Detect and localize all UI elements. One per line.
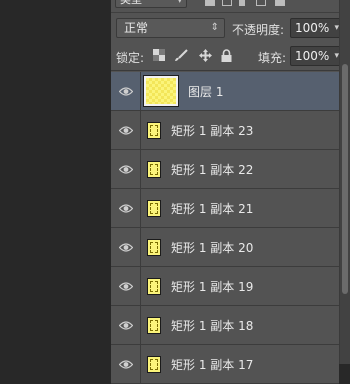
blend-row: 正常 ⇕ 不透明度: 100% ▾ (111, 12, 344, 43)
visibility-toggle[interactable] (111, 189, 141, 227)
eye-icon[interactable] (119, 202, 133, 215)
eye-icon[interactable] (119, 280, 133, 293)
pixel-filter-icon[interactable] (205, 0, 215, 6)
layer-thumbnail (147, 122, 161, 139)
eye-icon[interactable] (119, 358, 133, 371)
shape-filter-icon[interactable] (256, 0, 266, 6)
eye-icon[interactable] (119, 319, 133, 332)
layer-name[interactable]: 矩形 1 副本 22 (171, 161, 253, 178)
layer-row[interactable]: 矩形 1 副本 17 (111, 345, 339, 384)
layers-panel: 类型 ▾ 正常 ⇕ 不透明度: 100% ▾ 锁定: (111, 0, 344, 384)
fill-value: 100% (295, 49, 330, 63)
layer-row[interactable]: 矩形 1 副本 23 (111, 111, 339, 150)
layer-thumbnail (147, 356, 161, 373)
layer-name[interactable]: 矩形 1 副本 23 (171, 122, 253, 139)
visibility-toggle[interactable] (111, 228, 141, 266)
layer-thumbnail (147, 200, 161, 217)
layer-row[interactable]: 矩形 1 副本 18 (111, 306, 339, 345)
layer-name[interactable]: 矩形 1 副本 19 (171, 278, 253, 295)
updown-arrows-icon: ⇕ (210, 22, 219, 33)
eye-icon[interactable] (119, 241, 133, 254)
layer-thumbnail (147, 317, 161, 334)
visibility-toggle[interactable] (111, 306, 141, 344)
opacity-field[interactable]: 100% ▾ (290, 18, 344, 38)
layer-row[interactable]: 矩形 1 副本 22 (111, 150, 339, 189)
brush-icon[interactable] (174, 49, 188, 65)
type-filter-icon[interactable] (239, 0, 245, 6)
layer-name[interactable]: 矩形 1 副本 17 (171, 356, 253, 373)
layer-name[interactable]: 矩形 1 副本 18 (171, 317, 253, 334)
opacity-value: 100% (295, 21, 330, 35)
layer-row[interactable]: 矩形 1 副本 21 (111, 189, 339, 228)
opacity-label: 不透明度: (232, 23, 285, 37)
visibility-toggle[interactable] (111, 72, 141, 110)
layer-filter-row: 类型 ▾ (111, 0, 339, 10)
fill-field[interactable]: 100% ▾ (290, 46, 344, 66)
document-canvas-area (0, 0, 111, 364)
layer-row[interactable]: 矩形 1 副本 20 (111, 228, 339, 267)
lock-label: 锁定: (116, 51, 145, 65)
checkerboard-icon[interactable] (153, 49, 165, 64)
lock-row: 锁定: 填充: 100% ▾ (111, 43, 344, 71)
blend-mode-select[interactable]: 正常 ⇕ (116, 18, 225, 38)
visibility-toggle[interactable] (111, 111, 141, 149)
layer-thumbnail (147, 239, 161, 256)
layer-thumbnail (147, 161, 161, 178)
layer-name[interactable]: 矩形 1 副本 20 (171, 239, 253, 256)
eye-icon[interactable] (119, 163, 133, 176)
layer-name[interactable]: 矩形 1 副本 21 (171, 200, 253, 217)
visibility-toggle[interactable] (111, 345, 141, 383)
blend-mode-value: 正常 (124, 21, 149, 35)
layer-row[interactable]: 矩形 1 副本 19 (111, 267, 339, 306)
layer-thumbnail (143, 75, 179, 107)
layer-thumbnail (147, 278, 161, 295)
move-icon[interactable] (199, 49, 212, 65)
layers-scrollbar[interactable] (339, 0, 350, 364)
kind-filter-label: 类型 (120, 0, 142, 6)
chevron-down-icon: ▾ (177, 0, 182, 6)
visibility-toggle[interactable] (111, 267, 141, 305)
padlock-icon[interactable] (221, 49, 232, 65)
layer-name[interactable]: 图层 1 (188, 83, 223, 100)
kind-filter-select[interactable]: 类型 ▾ (115, 0, 187, 8)
smart-object-filter-icon[interactable] (275, 0, 285, 6)
layer-row[interactable]: 图层 1 (111, 72, 339, 111)
eye-icon[interactable] (119, 85, 133, 98)
scrollbar-thumb[interactable] (342, 64, 348, 294)
eye-icon[interactable] (119, 124, 133, 137)
visibility-toggle[interactable] (111, 150, 141, 188)
fill-label: 填充: (258, 51, 287, 65)
adjustment-filter-icon[interactable] (222, 0, 232, 6)
